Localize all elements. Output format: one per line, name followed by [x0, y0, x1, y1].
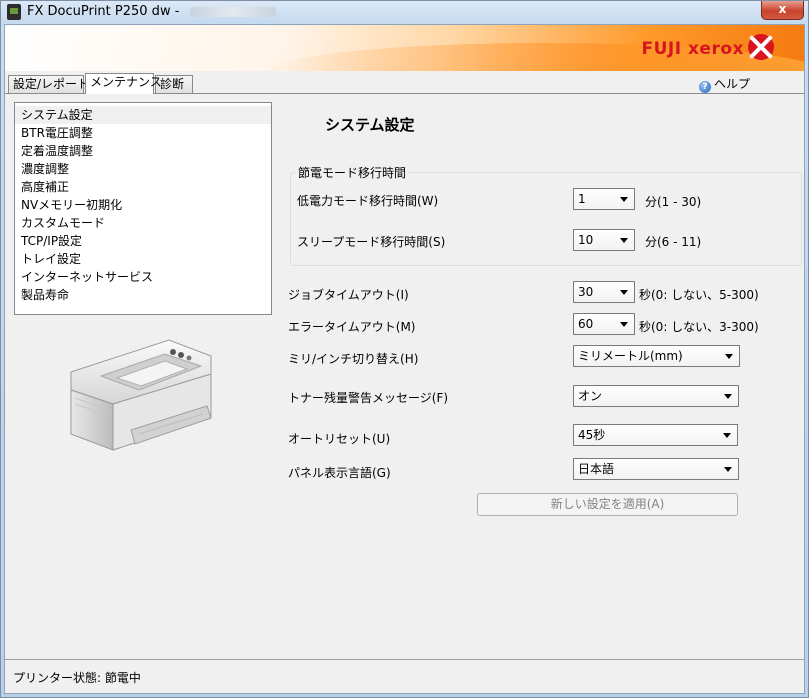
- panel-language-value: 日本語: [578, 462, 615, 476]
- chevron-down-icon: [620, 290, 628, 295]
- apply-settings-button[interactable]: 新しい設定を適用(A): [477, 493, 738, 516]
- job-timeout-select[interactable]: 30: [573, 281, 635, 303]
- xerox-ball-icon: [748, 34, 774, 60]
- maintenance-menu-list[interactable]: システム設定 BTR電圧調整 定着温度調整 濃度調整 高度補正 NVメモリー初期…: [14, 102, 272, 315]
- maintenance-panel: システム設定 BTR電圧調整 定着温度調整 濃度調整 高度補正 NVメモリー初期…: [5, 93, 804, 659]
- menu-item-custom-mode[interactable]: カスタムモード: [15, 214, 271, 232]
- app-icon: [7, 4, 21, 20]
- menu-item-density[interactable]: 濃度調整: [15, 160, 271, 178]
- window-title: FX DocuPrint P250 dw -: [27, 4, 276, 19]
- sleep-mode-select[interactable]: 10: [573, 229, 635, 251]
- low-power-mode-value: 1: [578, 192, 586, 206]
- printer-illustration: [70, 339, 212, 451]
- help-label: ヘルプ: [714, 77, 751, 91]
- title-bar[interactable]: FX DocuPrint P250 dw - x: [1, 1, 808, 23]
- section-title: システム設定: [325, 116, 415, 134]
- mm-inch-label: ミリ/インチ切り替え(H): [288, 352, 419, 366]
- error-timeout-select[interactable]: 60: [573, 313, 635, 335]
- power-saving-legend: 節電モード移行時間: [295, 164, 410, 181]
- menu-item-system-settings[interactable]: システム設定: [15, 106, 271, 124]
- menu-item-altitude[interactable]: 高度補正: [15, 178, 271, 196]
- low-power-mode-unit: 分(1 - 30): [645, 195, 702, 209]
- job-timeout-value: 30: [578, 285, 594, 299]
- status-bar: プリンター状態: 節電中: [5, 659, 804, 693]
- brand-banner: FUJI xerox: [5, 25, 804, 71]
- menu-item-tcpip[interactable]: TCP/IP設定: [15, 232, 271, 250]
- chevron-down-icon: [620, 197, 628, 202]
- chevron-down-icon: [620, 322, 628, 327]
- auto-reset-value: 45秒: [578, 428, 606, 442]
- menu-item-product-life[interactable]: 製品寿命: [15, 286, 271, 304]
- mm-inch-value: ミリメートル(mm): [578, 349, 683, 363]
- toner-warning-label: トナー残量警告メッセージ(F): [288, 391, 449, 405]
- fuji-xerox-logo: FUJI xerox: [641, 39, 744, 59]
- sleep-mode-value: 10: [578, 233, 594, 247]
- menu-item-btr-voltage[interactable]: BTR電圧調整: [15, 124, 271, 142]
- toner-warning-select[interactable]: オン: [573, 385, 739, 407]
- error-timeout-unit: 秒(0: しない、3-300): [639, 320, 759, 334]
- chevron-down-icon: [725, 354, 733, 359]
- chevron-down-icon: [724, 394, 732, 399]
- help-link[interactable]: ? ヘルプ: [699, 75, 750, 93]
- printer-status: プリンター状態: 節電中: [13, 671, 141, 685]
- tab-maintenance[interactable]: メンテナンス: [85, 73, 162, 94]
- error-timeout-value: 60: [578, 317, 594, 331]
- close-button[interactable]: x: [761, 1, 804, 20]
- mm-inch-select[interactable]: ミリメートル(mm): [573, 345, 740, 367]
- error-timeout-label: エラータイムアウト(M): [288, 320, 416, 334]
- menu-item-internet-services[interactable]: インターネットサービス: [15, 268, 271, 286]
- panel-language-select[interactable]: 日本語: [573, 458, 739, 480]
- sleep-mode-label: スリープモード移行時間(S): [297, 235, 446, 249]
- client-area: FUJI xerox 設定/レポート メンテナンス 診断 ? ヘルプ システム設定…: [4, 24, 805, 694]
- toner-warning-value: オン: [578, 389, 603, 403]
- auto-reset-select[interactable]: 45秒: [573, 424, 738, 446]
- help-icon: ?: [699, 81, 711, 93]
- chevron-down-icon: [724, 467, 732, 472]
- panel-language-label: パネル表示言語(G): [288, 466, 391, 480]
- menu-item-nv-memory-reset[interactable]: NVメモリー初期化: [15, 196, 271, 214]
- chevron-down-icon: [620, 238, 628, 243]
- menu-item-tray-settings[interactable]: トレイ設定: [15, 250, 271, 268]
- tab-settings-report[interactable]: 設定/レポート: [8, 75, 89, 93]
- sleep-mode-unit: 分(6 - 11): [645, 235, 702, 249]
- job-timeout-label: ジョブタイムアウト(I): [288, 288, 409, 302]
- auto-reset-label: オートリセット(U): [288, 432, 391, 446]
- low-power-mode-label: 低電力モード移行時間(W): [297, 194, 439, 208]
- job-timeout-unit: 秒(0: しない、5-300): [639, 288, 759, 302]
- app-window: FX DocuPrint P250 dw - x FUJI xerox 設定/レ…: [0, 0, 809, 698]
- power-saving-group: [290, 172, 802, 266]
- low-power-mode-select[interactable]: 1: [573, 188, 635, 210]
- menu-item-fuser-temperature[interactable]: 定着温度調整: [15, 142, 271, 160]
- chevron-down-icon: [723, 433, 731, 438]
- redacted-address: [189, 6, 276, 17]
